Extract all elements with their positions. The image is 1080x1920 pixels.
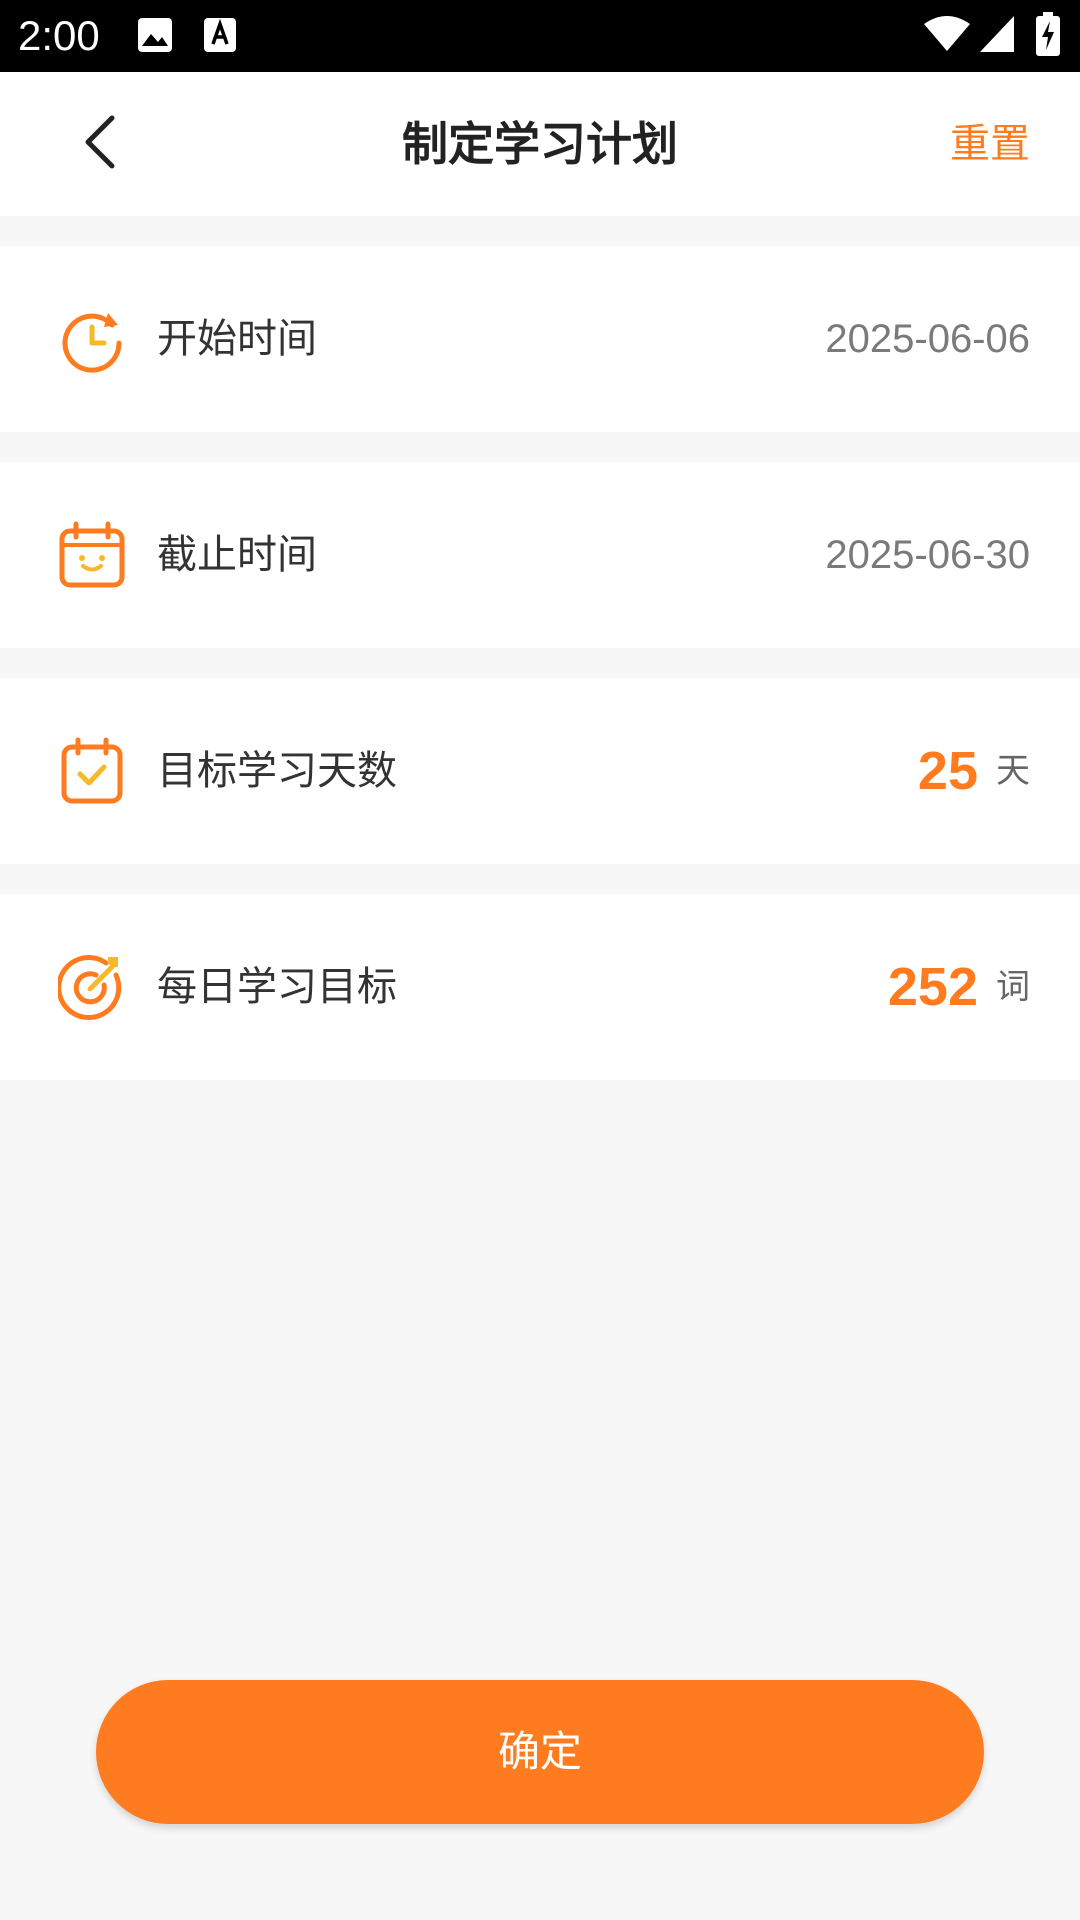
image-icon: [138, 18, 172, 56]
daily-goal-value: 252: [887, 957, 978, 1017]
calendar-icon: [58, 521, 126, 589]
text-a-icon: [204, 18, 236, 56]
reset-button[interactable]: 重置: [950, 72, 1030, 216]
wifi-icon: [924, 14, 970, 56]
confirm-button[interactable]: 确定: [96, 1680, 984, 1824]
status-time: 2:00: [18, 12, 100, 59]
end-time-row[interactable]: 截止时间 2025-06-30: [0, 462, 1080, 648]
daily-goal-unit: 词: [996, 967, 1030, 1007]
daily-goal-row[interactable]: 每日学习目标 252 词: [0, 894, 1080, 1080]
end-time-label: 截止时间: [157, 532, 317, 578]
target-days-row[interactable]: 目标学习天数 25 天: [0, 678, 1080, 864]
clock-icon: [58, 305, 126, 373]
target-days-unit: 天: [996, 751, 1030, 791]
target-icon: [56, 953, 126, 1021]
back-button[interactable]: [60, 104, 140, 184]
header: 制定学习计划 重置: [0, 72, 1080, 216]
page-title: 制定学习计划: [402, 117, 678, 171]
chevron-left-icon: [80, 114, 120, 174]
calendar-check-icon: [58, 737, 126, 805]
start-time-label: 开始时间: [157, 316, 317, 362]
target-days-value: 25: [917, 741, 978, 801]
target-days-label: 目标学习天数: [157, 748, 397, 794]
signal-icon: [980, 16, 1014, 56]
end-time-value: 2025-06-30: [825, 533, 1030, 577]
daily-goal-label: 每日学习目标: [157, 964, 397, 1010]
battery-charging-icon: [1036, 12, 1060, 60]
start-time-value: 2025-06-06: [825, 317, 1030, 361]
status-bar: 2:00: [0, 0, 1080, 72]
start-time-row[interactable]: 开始时间 2025-06-06: [0, 246, 1080, 432]
